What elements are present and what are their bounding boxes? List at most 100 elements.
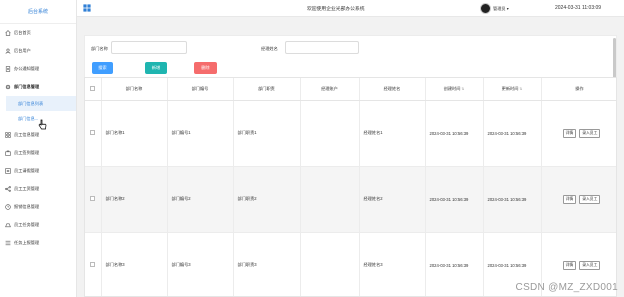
- detail-button[interactable]: 详情: [562, 260, 577, 270]
- sidebar-item-tasks[interactable]: 员工任务管理: [0, 216, 76, 234]
- datetime-display: 2024-03-31 11:03:09: [555, 5, 602, 11]
- sidebar-item-departments[interactable]: 部门信息管理: [0, 78, 76, 96]
- cell-dept-code: 部门编号2: [167, 166, 234, 233]
- detail-button[interactable]: 详情: [562, 128, 577, 138]
- sidebar-item-label: 员工任务管理: [14, 222, 40, 227]
- user-menu[interactable]: 管理员 ▾: [493, 6, 509, 12]
- column-header: 部门名称: [101, 78, 168, 101]
- sort-icon[interactable]: ⇅: [519, 87, 522, 91]
- cell-dept-duty: 部门职责3: [233, 232, 301, 296]
- dept-name-label: 部门名称: [91, 46, 108, 51]
- column-header-sortable[interactable]: 更新时间⇅: [483, 78, 542, 101]
- sidebar-item-checkin[interactable]: 员工签到管理: [0, 144, 76, 162]
- sidebar-subitem-label: 部门信息...: [18, 115, 39, 121]
- briefcase-icon: [5, 150, 11, 156]
- sidebar-item-salary[interactable]: 员工工资管理: [0, 180, 76, 198]
- apps-grid-icon[interactable]: [83, 4, 91, 12]
- sidebar-item-leave[interactable]: 员工请假管理: [0, 162, 76, 180]
- manager-name-input[interactable]: [285, 41, 359, 54]
- task-icon: [5, 222, 11, 228]
- column-header: 经理账户: [300, 78, 360, 101]
- sidebar-item-notices[interactable]: 办公通知管理: [0, 60, 76, 78]
- import-employee-button[interactable]: 录入员工: [579, 194, 601, 204]
- dept-name-input[interactable]: [111, 41, 187, 54]
- cell-dept-name: 部门名称3: [101, 232, 168, 296]
- sidebar-subitem-label: 部门信息列表: [18, 100, 44, 106]
- sidebar-item-label: 员工签到管理: [14, 150, 40, 155]
- cell-dept-duty: 部门职责2: [233, 166, 301, 233]
- cell-created-time: 2024-03-31 10:56:39: [425, 100, 484, 167]
- sidebar-item-reimburse[interactable]: 报销信息管理: [0, 198, 76, 216]
- sidebar-item-label: 后台用户: [14, 48, 31, 53]
- column-header-label: 更新时间: [501, 85, 519, 91]
- list-icon: [5, 168, 11, 174]
- watermark: CSDN @MZ_ZXD001: [515, 282, 618, 293]
- sidebar-item-label: 部门信息管理: [14, 84, 40, 89]
- sidebar-item-admin-users[interactable]: 后台用户: [0, 42, 76, 60]
- cell-manager-name: 经理姓名1: [359, 100, 426, 167]
- add-button[interactable]: 新增: [145, 62, 167, 74]
- home-icon: [5, 30, 11, 36]
- import-employee-button[interactable]: 录入员工: [579, 260, 601, 270]
- table-row: 部门名称1 部门编号1 部门职责1 经理姓名1 2024-03-31 10:56…: [85, 100, 616, 167]
- top-header: 欢迎使用企业光部办公系统 管理员 ▾ 2024-03-31 11:03:09: [77, 0, 624, 17]
- sort-icon[interactable]: ⇅: [461, 87, 464, 91]
- row-checkbox[interactable]: [85, 100, 102, 167]
- cell-manager-account: [300, 100, 360, 167]
- cell-dept-code: 部门编号1: [167, 100, 234, 167]
- user-icon: [5, 48, 11, 54]
- sidebar-item-label: 员工工资管理: [14, 186, 40, 191]
- sidebar-item-task-report[interactable]: 任务上报管理: [0, 234, 76, 252]
- import-employee-button[interactable]: 录入员工: [579, 128, 601, 138]
- sidebar: 后台系统 后台首页 后台用户 办公通知管理 部门信息管理 部门信息列表 部门信息…: [0, 0, 77, 297]
- menu-icon: [5, 240, 11, 246]
- table-row: 部门名称2 部门编号2 部门职责2 经理姓名2 2024-03-31 10:56…: [85, 166, 616, 233]
- cell-operations: 详情 录入员工: [541, 166, 616, 233]
- select-all-checkbox[interactable]: [85, 78, 102, 101]
- search-button[interactable]: 搜索: [92, 62, 113, 74]
- data-table: 部门名称 部门编号 部门职责 经理账户 经理姓名 创建时间⇅ 更新时间⇅ 操作 …: [84, 77, 617, 297]
- sidebar-item-label: 办公通知管理: [14, 66, 40, 71]
- manager-name-label: 经理姓名: [261, 46, 278, 51]
- cell-dept-duty: 部门职责1: [233, 100, 301, 167]
- sidebar-item-label: 任务上报管理: [14, 240, 40, 245]
- cell-created-time: 2024-03-31 10:56:39: [425, 232, 484, 296]
- sidebar-item-label: 员工请假管理: [14, 168, 40, 173]
- sidebar-item-home[interactable]: 后台首页: [0, 24, 76, 42]
- cell-updated-time: 2024-03-31 10:56:39: [483, 166, 542, 233]
- page-title: 欢迎使用企业光部办公系统: [307, 7, 365, 12]
- detail-button[interactable]: 详情: [562, 194, 577, 204]
- sidebar-item-label: 员工信息管理: [14, 132, 40, 137]
- cell-manager-account: [300, 166, 360, 233]
- grid-icon: [5, 132, 11, 138]
- cell-created-time: 2024-03-31 10:56:39: [425, 166, 484, 233]
- column-header: 部门编号: [167, 78, 234, 101]
- brand-logo[interactable]: 后台系统: [0, 0, 76, 24]
- sidebar-subitem-dept-list[interactable]: 部门信息列表: [6, 96, 76, 111]
- cell-manager-name: 经理姓名2: [359, 166, 426, 233]
- column-header-label: 创建时间: [443, 85, 461, 91]
- main-content: 部门名称 经理姓名 搜索 新增 删除 部门名称 部门编号 部门职责 经理账户 经…: [77, 17, 624, 297]
- cell-dept-name: 部门名称1: [101, 100, 168, 167]
- clock-icon: [5, 204, 11, 210]
- cell-manager-name: 经理姓名3: [359, 232, 426, 296]
- cell-dept-name: 部门名称2: [101, 166, 168, 233]
- document-icon: [5, 66, 11, 72]
- delete-button[interactable]: 删除: [194, 62, 217, 74]
- app-window: 后台系统 后台首页 后台用户 办公通知管理 部门信息管理 部门信息列表 部门信息…: [0, 0, 624, 297]
- column-header-sortable[interactable]: 创建时间⇅: [425, 78, 484, 101]
- cell-operations: 详情 录入员工: [541, 100, 616, 167]
- cursor-hand-icon: [38, 117, 47, 130]
- avatar[interactable]: [480, 3, 491, 14]
- column-header: 部门职责: [233, 78, 301, 101]
- cell-dept-code: 部门编号3: [167, 232, 234, 296]
- row-checkbox[interactable]: [85, 166, 102, 233]
- settings-icon: [5, 84, 11, 90]
- column-header: 经理姓名: [359, 78, 426, 101]
- sidebar-item-label: 后台首页: [14, 30, 31, 35]
- row-checkbox[interactable]: [85, 232, 102, 296]
- table-header-row: 部门名称 部门编号 部门职责 经理账户 经理姓名 创建时间⇅ 更新时间⇅ 操作: [85, 78, 616, 101]
- sidebar-item-label: 报销信息管理: [14, 204, 40, 209]
- cell-updated-time: 2024-03-31 10:56:39: [483, 100, 542, 167]
- share-icon: [5, 186, 11, 192]
